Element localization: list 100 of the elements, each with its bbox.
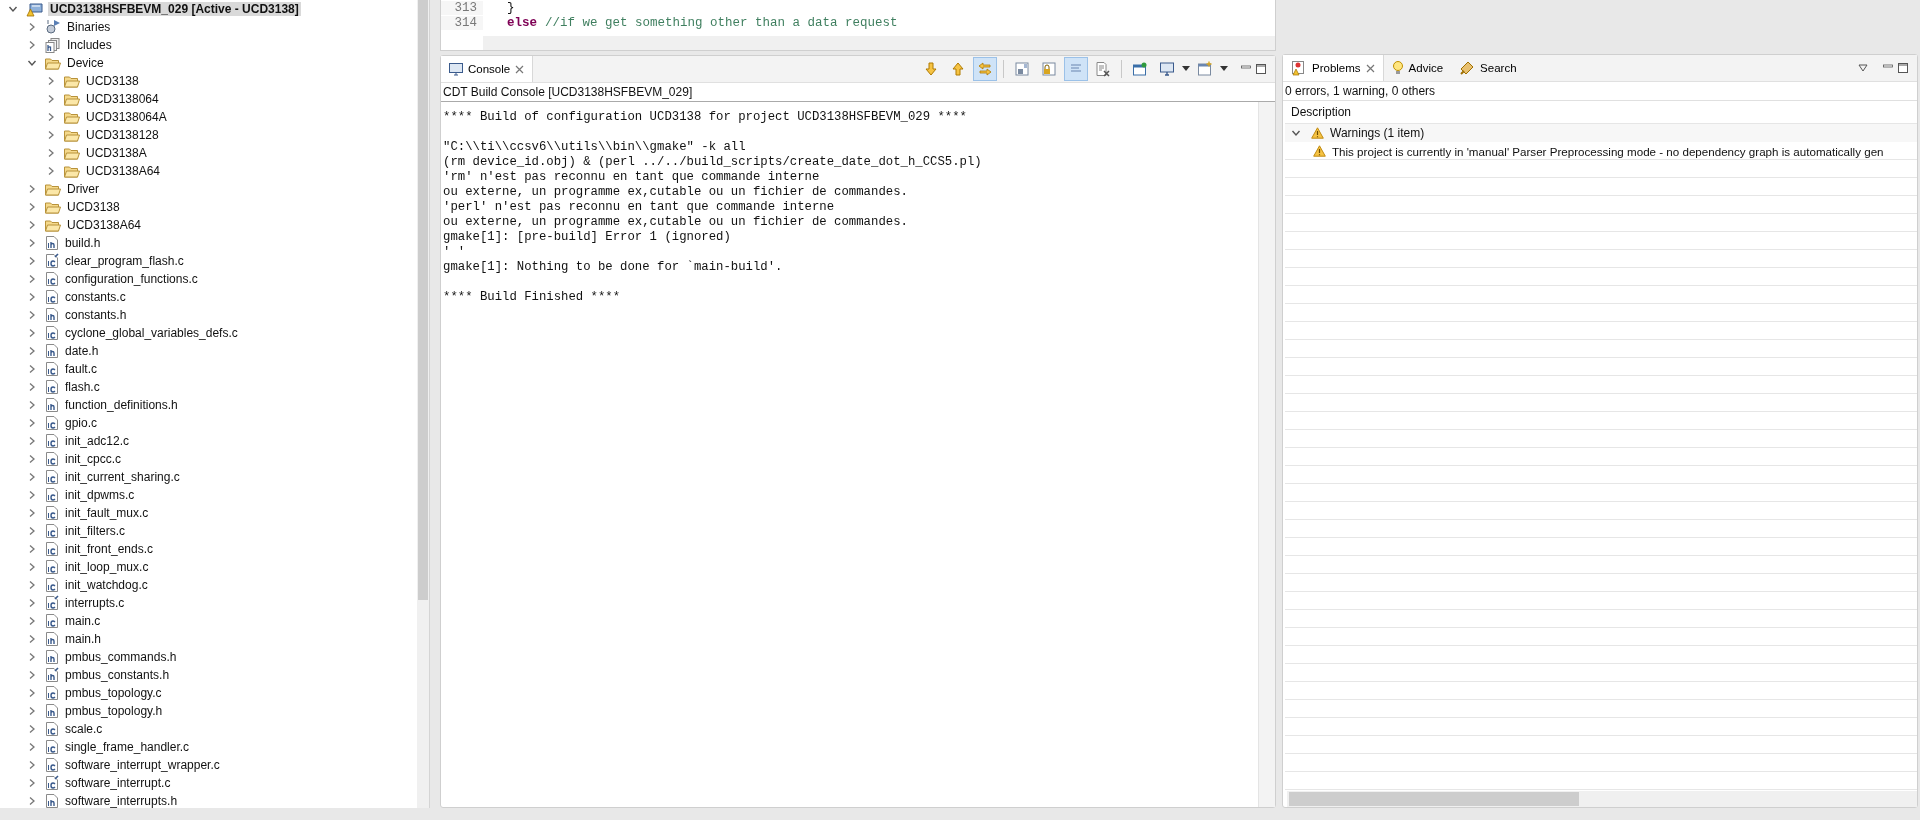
tree-item[interactable]: init_loop_mux.c (63, 560, 151, 574)
tree-item[interactable]: init_adc12.c (63, 434, 132, 448)
tree-item[interactable]: UCD3138 (84, 74, 141, 88)
tree-item[interactable]: software_interrupt.c (63, 776, 173, 790)
tree-item[interactable]: pmbus_topology.c (63, 686, 164, 700)
console-line: **** Build of configuration UCD3138 for project UCD3138HSFBEVM_029 **** (443, 110, 968, 125)
tree-item[interactable]: init_current_sharing.c (63, 470, 182, 484)
header-file-icon (45, 343, 59, 359)
tree-item[interactable]: UCD3138064 (84, 92, 161, 106)
console-line: gmake[1]: Nothing to be done for `main-build'. (443, 260, 784, 275)
monitor-icon (1159, 61, 1175, 77)
c-file-icon (45, 721, 59, 737)
tree-item[interactable]: software_interrupt_wrapper.c (63, 758, 222, 772)
scrollbar[interactable] (1258, 102, 1275, 807)
maximize-icon[interactable] (1897, 62, 1909, 74)
tree-item[interactable]: UCD3138HSFBEVM_029 [Active - UCD3138] (48, 2, 301, 16)
tree-item[interactable]: init_front_ends.c (63, 542, 156, 556)
scrollbar[interactable] (1287, 791, 1917, 807)
tree-item[interactable]: main.h (63, 632, 104, 646)
tree-item[interactable]: single_frame_handler.c (63, 740, 192, 754)
folder-icon (45, 182, 61, 196)
panel-tab[interactable]: Problems (1283, 55, 1384, 81)
tree-item[interactable]: init_watchdog.c (63, 578, 150, 592)
padlock-icon (1041, 61, 1057, 77)
document-lock-icon (1014, 61, 1030, 77)
console-line: ou externe, un programme ex,cutable ou un fichier de commandes. (443, 215, 909, 230)
tree-item[interactable]: pmbus_constants.h (63, 668, 172, 682)
tree-item[interactable]: pmbus_topology.h (63, 704, 165, 718)
console-line: gmake[1]: [pre-build] Error 1 (ignored) (443, 230, 732, 245)
tree-item[interactable]: constants.c (63, 290, 128, 304)
problems-icon (1291, 60, 1307, 76)
clear-console-icon (1095, 61, 1111, 77)
tree-item[interactable]: UCD3138A64 (65, 218, 144, 232)
c-file-icon (45, 685, 59, 701)
tree-item[interactable]: function_definitions.h (63, 398, 180, 412)
folder-icon (45, 218, 61, 232)
pin-icon (1132, 61, 1148, 77)
panel-tab[interactable]: Search (1451, 55, 1525, 81)
scrollbar[interactable] (417, 0, 429, 808)
tree-item[interactable]: date.h (63, 344, 101, 358)
chevron-down-icon[interactable] (27, 58, 37, 68)
chevron-down-icon[interactable] (1291, 128, 1301, 138)
c-file-icon (45, 415, 59, 431)
tree-item[interactable]: Driver (65, 182, 101, 196)
c-file-icon (45, 361, 59, 377)
header-file-icon (45, 703, 59, 719)
tree-item[interactable]: UCD3138 (65, 200, 122, 214)
tree-item[interactable]: pmbus_commands.h (63, 650, 179, 664)
tree-item[interactable]: Binaries (65, 20, 113, 34)
console-line: ou externe, un programme ex,cutable ou un fichier de commandes. (443, 185, 909, 200)
console-line: ' ' (443, 245, 467, 260)
tree-item[interactable]: cyclone_global_variables_defs.c (63, 326, 240, 340)
column-header[interactable]: Description (1291, 105, 1352, 119)
tree-item[interactable]: Device (65, 56, 106, 70)
problems-summary: 0 errors, 1 warning, 0 others (1283, 82, 1917, 101)
c-file-icon (45, 739, 59, 755)
folder-icon (64, 146, 80, 160)
tree-item[interactable]: interrupts.c (63, 596, 127, 610)
tree-item[interactable]: build.h (63, 236, 103, 250)
view-menu-icon[interactable] (1858, 64, 1868, 72)
tree-item[interactable]: main.c (63, 614, 103, 628)
maximize-icon[interactable] (1255, 63, 1267, 75)
tree-item[interactable]: scale.c (63, 722, 105, 736)
tree-item[interactable]: fault.c (63, 362, 99, 376)
panel-tab[interactable]: Advice (1383, 55, 1452, 81)
tree-item[interactable]: init_filters.c (63, 524, 128, 538)
tree-item[interactable]: UCD3138A (84, 146, 149, 160)
tree-item[interactable]: gpio.c (63, 416, 100, 430)
tree-item[interactable]: UCD3138064A (84, 110, 169, 124)
c-file-icon (45, 559, 59, 575)
line-number: 314 (441, 15, 483, 30)
c-file-icon (45, 523, 59, 539)
chevron-down-icon[interactable] (8, 4, 18, 14)
warning-icon (1313, 145, 1326, 157)
flashlight-icon (1459, 60, 1476, 76)
folder-icon (64, 164, 80, 178)
console-tab[interactable]: Console (441, 56, 534, 82)
c-file-icon (45, 289, 59, 305)
console-line: "C:\\ti\\ccsv6\\utils\\bin\\gmake" -k all (443, 140, 747, 155)
scrollbar[interactable] (483, 36, 1275, 50)
tree-item[interactable]: init_fault_mux.c (63, 506, 151, 520)
tree-item[interactable]: flash.c (63, 380, 102, 394)
console-line: 'rm' n'est pas reconnu en tant que commande interne (443, 170, 821, 185)
tree-item[interactable]: UCD3138128 (84, 128, 161, 142)
c-file-icon (45, 253, 59, 269)
tree-item[interactable]: software_interrupts.h (63, 794, 180, 808)
warning-message[interactable]: This project is currently in 'manual' Parser Preprocessing mode - no dependency graph is automatically gen (1332, 144, 1884, 158)
tree-item[interactable]: init_dpwms.c (63, 488, 137, 502)
close-icon (515, 64, 525, 74)
console-line: 'perl' n'est pas reconnu en tant que commande interne (443, 200, 836, 215)
c-file-icon (45, 325, 59, 341)
dropdown-caret-icon[interactable] (1182, 66, 1190, 72)
dropdown-caret-icon[interactable] (1220, 66, 1228, 72)
tree-item[interactable]: constants.h (63, 308, 129, 322)
tree-item[interactable]: Includes (65, 38, 114, 52)
group-label[interactable]: Warnings (1 item) (1330, 126, 1425, 140)
tree-item[interactable]: UCD3138A64 (84, 164, 163, 178)
tree-item[interactable]: configuration_functions.c (63, 272, 200, 286)
tree-item[interactable]: init_cpcc.c (63, 452, 124, 466)
tree-item[interactable]: clear_program_flash.c (63, 254, 186, 268)
